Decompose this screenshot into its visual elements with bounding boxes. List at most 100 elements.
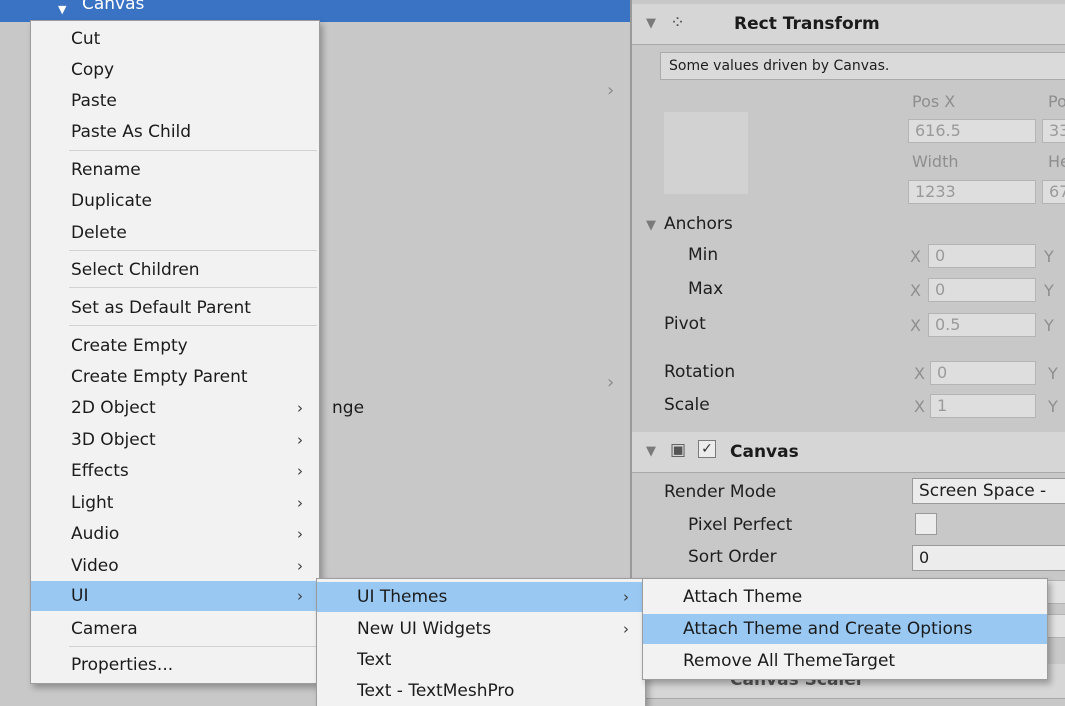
submenu-item-remove-all-themetarget[interactable]: Remove All ThemeTarget	[643, 646, 1047, 676]
menu-item-create-empty[interactable]: Create Empty	[31, 331, 319, 361]
chevron-right-icon: ›	[297, 587, 303, 605]
anchor-min-x-axis: X	[910, 247, 921, 266]
menu-item-label: 3D Object	[71, 430, 156, 450]
chevron-right-icon[interactable]: ›	[607, 372, 614, 393]
submenu-item-ui-themes[interactable]: UI Themes ›	[317, 582, 645, 612]
pos-x-label: Pos X	[912, 92, 956, 111]
hierarchy-selected-row[interactable]: ▼ Canvas	[0, 0, 630, 22]
menu-item-copy[interactable]: Copy	[31, 55, 319, 85]
canvas-component-header[interactable]: ▼ ▣	[632, 432, 1065, 473]
rotation-x-axis: X	[914, 364, 925, 383]
submenu-item-new-ui-widgets[interactable]: New UI Widgets ›	[317, 614, 645, 644]
sort-order-label: Sort Order	[688, 547, 777, 567]
menu-item-label: Copy	[71, 60, 115, 80]
scale-y-axis: Y	[1048, 397, 1058, 416]
chevron-right-icon: ›	[297, 494, 303, 512]
menu-item-effects[interactable]: Effects ›	[31, 456, 319, 486]
hierarchy-item-canvas: Canvas	[82, 0, 145, 14]
menu-item-audio[interactable]: Audio ›	[31, 519, 319, 549]
rotation-x-field[interactable]: 0	[930, 361, 1036, 385]
chevron-right-icon[interactable]: ›	[607, 80, 614, 101]
rect-transform-header[interactable]: ▼ ⁘ Rect Transform	[632, 4, 1065, 45]
rotation-y-axis: Y	[1048, 364, 1058, 383]
chevron-right-icon: ›	[297, 525, 303, 543]
menu-separator	[69, 250, 317, 251]
menu-item-label: Cut	[71, 29, 101, 49]
pos-y-label: Po	[1048, 92, 1065, 111]
submenu-item-text[interactable]: Text	[317, 645, 645, 675]
menu-item-duplicate[interactable]: Duplicate	[31, 186, 319, 216]
canvas-enabled-checkbox[interactable]: ✓	[698, 440, 716, 458]
anchor-min-label: Min	[688, 245, 719, 265]
menu-item-label: Create Empty	[71, 336, 188, 356]
render-mode-dropdown[interactable]: Screen Space -	[912, 478, 1065, 504]
chevron-right-icon: ›	[297, 462, 303, 480]
menu-item-label: Rename	[71, 160, 141, 180]
hierarchy-item-partial: nge	[332, 398, 365, 418]
menu-item-label: Delete	[71, 223, 127, 243]
menu-item-2d-object[interactable]: 2D Object ›	[31, 393, 319, 423]
menu-item-label: Paste As Child	[71, 122, 192, 142]
pixel-perfect-checkbox[interactable]	[915, 513, 937, 535]
menu-item-cut[interactable]: Cut	[31, 24, 319, 54]
collapse-triangle-icon[interactable]: ▼	[646, 444, 656, 459]
pos-x-field[interactable]: 616.5	[908, 119, 1036, 143]
menu-item-create-empty-parent[interactable]: Create Empty Parent	[31, 362, 319, 392]
submenu-item-text-textmeshpro[interactable]: Text - TextMeshPro	[317, 676, 645, 706]
chevron-right-icon: ›	[297, 431, 303, 449]
menu-item-label: 2D Object	[71, 398, 156, 418]
menu-item-label: Paste	[71, 91, 117, 111]
menu-item-label: Effects	[71, 461, 129, 481]
menu-item-label: Video	[71, 556, 119, 576]
menu-separator	[69, 325, 317, 326]
menu-item-delete[interactable]: Delete	[31, 218, 319, 248]
menu-item-label: Attach Theme	[683, 587, 803, 607]
menu-item-label: Text - TextMeshPro	[357, 681, 515, 701]
chevron-right-icon: ›	[623, 620, 629, 638]
pivot-label: Pivot	[664, 314, 706, 334]
menu-item-label: UI Themes	[357, 587, 448, 607]
menu-item-label: Text	[357, 650, 392, 670]
menu-item-label: Properties...	[71, 655, 174, 675]
menu-item-paste[interactable]: Paste	[31, 86, 319, 116]
expand-triangle-icon[interactable]: ▼	[58, 3, 66, 16]
canvas-component-title: Canvas	[730, 442, 799, 462]
anchors-triangle-icon[interactable]: ▼	[646, 218, 656, 233]
menu-separator	[69, 287, 317, 288]
menu-item-label: New UI Widgets	[357, 619, 492, 639]
anchor-min-x-field[interactable]: 0	[928, 244, 1036, 268]
menu-item-ui[interactable]: UI ›	[31, 581, 319, 611]
submenu-item-attach-theme[interactable]: Attach Theme	[643, 582, 1047, 612]
menu-item-3d-object[interactable]: 3D Object ›	[31, 425, 319, 455]
collapse-triangle-icon[interactable]: ▼	[646, 16, 656, 31]
pos-y-field[interactable]: 33	[1042, 119, 1065, 143]
anchor-min-y-axis: Y	[1044, 247, 1054, 266]
anchor-max-x-field[interactable]: 0	[928, 278, 1036, 302]
menu-item-video[interactable]: Video ›	[31, 551, 319, 581]
scale-x-field[interactable]: 1	[930, 394, 1036, 418]
width-field[interactable]: 1233	[908, 180, 1036, 204]
menu-item-light[interactable]: Light ›	[31, 488, 319, 518]
height-label: He	[1048, 152, 1065, 171]
rotation-label: Rotation	[664, 362, 736, 382]
menu-item-label: Set as Default Parent	[71, 298, 251, 318]
menu-item-label: UI	[71, 586, 89, 606]
scale-label: Scale	[664, 395, 710, 415]
menu-item-properties[interactable]: Properties...	[31, 650, 319, 680]
menu-item-label: Attach Theme and Create Options	[683, 619, 973, 639]
ui-submenu: UI Themes › New UI Widgets › Text Text - T…	[316, 578, 646, 706]
submenu-item-attach-theme-and-create-options[interactable]: Attach Theme and Create Options	[643, 614, 1047, 644]
menu-item-label: Remove All ThemeTarget	[683, 651, 896, 671]
menu-item-rename[interactable]: Rename	[31, 155, 319, 185]
sort-order-field[interactable]: 0	[912, 545, 1065, 571]
render-mode-label: Render Mode	[664, 482, 777, 502]
menu-item-select-children[interactable]: Select Children	[31, 255, 319, 285]
anchor-preset-button[interactable]	[664, 112, 748, 194]
menu-item-set-as-default-parent[interactable]: Set as Default Parent	[31, 293, 319, 323]
menu-item-camera[interactable]: Camera	[31, 614, 319, 644]
pivot-x-field[interactable]: 0.5	[928, 313, 1036, 337]
menu-item-paste-as-child[interactable]: Paste As Child	[31, 117, 319, 147]
ui-themes-submenu: Attach Theme Attach Theme and Create Opt…	[642, 578, 1048, 680]
height-field[interactable]: 67	[1042, 180, 1065, 204]
menu-item-label: Select Children	[71, 260, 200, 280]
